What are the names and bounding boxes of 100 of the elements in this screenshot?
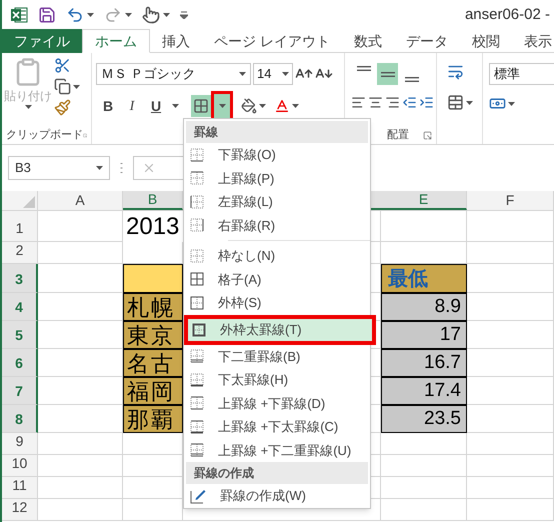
column-header[interactable]: B [123,191,183,210]
border-style-icon [190,218,204,232]
row-header[interactable]: 6 [2,349,38,377]
table-cell: 23.5 [381,405,467,433]
menu-item[interactable]: 上罫線 +下罫線(D) [184,392,370,415]
ribbon-tab[interactable]: 表示 [512,29,554,53]
ribbon-tab[interactable]: ページ レイアウト [202,29,342,53]
align-right-icon[interactable] [385,95,400,110]
ribbon-tab[interactable]: 校閲 [460,29,512,53]
merge-cells-icon[interactable] [447,94,464,111]
table-cell: 札幌 [123,293,183,321]
cut-icon[interactable] [54,57,71,74]
wrap-text-icon[interactable] [447,63,464,80]
ribbon-tab[interactable]: 挿入 [150,29,202,53]
menu-item[interactable]: 上罫線(P) [184,166,370,190]
caret-icon [292,104,299,108]
menu-item[interactable]: 下罫線(O) [184,143,370,166]
row-header[interactable]: 1 [2,211,38,242]
row-header[interactable]: 2 [2,242,38,264]
caret-icon [87,13,94,17]
ribbon-tab[interactable]: データ [394,29,460,53]
copy-icon[interactable] [54,78,71,95]
pencil-border-icon [190,488,206,504]
vertical-align-button[interactable] [377,63,398,85]
caret-icon [508,102,515,106]
menu-item[interactable]: 上罫線 +下二重罫線(U) [184,438,370,462]
group-label: クリップボード [6,128,83,143]
border-style-icon [190,248,204,263]
column-header[interactable]: F [467,191,554,210]
borders-dropdown-button[interactable] [211,91,233,121]
menu-item[interactable]: 下太罫線(H) [184,368,370,392]
caret-icon [466,100,473,104]
save-icon[interactable] [38,6,56,24]
format-painter-icon[interactable] [54,99,71,116]
align-left-icon[interactable] [351,95,366,110]
table-cell: 16.7 [381,349,467,377]
caret-icon [24,105,32,109]
vertical-align-icon [404,77,418,82]
border-style-icon [190,443,204,458]
increase-indent-icon[interactable] [419,95,434,110]
row-header[interactable]: 3 [2,264,38,293]
table-cell: 最低 [381,264,467,293]
spreadsheet-logo-icon[interactable] [10,6,28,24]
menu-item[interactable]: 左罫線(L) [184,190,370,214]
row-header[interactable]: 10 [2,455,38,477]
font-size-field[interactable]: 14 [253,63,293,85]
underline-button[interactable]: U [148,96,164,116]
border-style-icon [190,349,204,364]
column-header[interactable]: E [381,191,467,210]
row-header[interactable]: 4 [2,293,38,321]
row-header[interactable]: 7 [2,377,38,405]
border-style-icon [190,194,204,209]
border-style-icon [190,171,204,186]
bold-button[interactable]: B [100,96,116,116]
menu-item[interactable]: 外枠太罫線(T) [184,314,376,344]
table-cell: 名古 [123,349,183,377]
table-cell: 那覇 [123,405,183,433]
row-header[interactable]: 8 [2,405,38,433]
row-header[interactable]: 9 [2,433,38,455]
menu-item[interactable]: 下二重罫線(B) [184,344,370,368]
row-header[interactable]: 11 [2,477,38,499]
menu-item[interactable]: 外枠(S) [184,291,370,314]
undo-icon[interactable] [66,6,84,24]
dialog-launcher-icon[interactable] [423,130,432,140]
italic-button[interactable]: I [124,96,140,116]
caret-icon [125,13,132,17]
font-color-icon[interactable] [274,98,290,114]
caret-icon [73,84,80,88]
caret-icon [218,104,226,108]
window-title: anser06-02 - [464,4,550,25]
menu-item[interactable]: 罫線の作成(W) [184,484,370,508]
border-style-icon [190,272,204,286]
caret-icon [239,72,246,76]
name-box[interactable]: B3 [8,156,110,180]
header-cell [123,264,183,293]
ribbon-tab[interactable]: ホーム [82,29,150,53]
table-cell: 8.9 [381,293,467,321]
align-center-icon[interactable] [368,95,383,110]
border-style-icon [190,296,204,310]
file-tab[interactable]: ファイル [2,29,82,53]
decrease-indent-icon[interactable] [402,95,417,110]
menu-section-header: 罫線の作成 [186,462,368,484]
font-name-field[interactable]: ＭＳ Ｐゴシック [96,63,251,85]
row-header[interactable]: 5 [2,321,38,349]
menu-item[interactable]: 格子(A) [184,268,370,291]
caret-icon [282,72,289,76]
row-header[interactable]: 12 [2,499,38,521]
customize-toolbar-icon[interactable] [180,11,188,19]
number-format-field[interactable]: 標準 [489,63,554,85]
menu-item[interactable]: 上罫線 +下太罫線(C) [184,415,370,438]
caret-icon [172,104,179,108]
border-style-icon [190,148,204,162]
touch-mode-icon[interactable] [142,6,160,24]
table-cell: 福岡 [123,377,183,405]
menu-item[interactable]: 右罫線(R) [184,214,370,237]
border-style-icon [190,396,204,410]
fill-color-icon[interactable] [241,98,257,114]
borders-button[interactable] [191,95,211,117]
ribbon-tab[interactable]: 数式 [342,29,394,53]
menu-item[interactable]: 枠なし(N) [184,244,370,268]
